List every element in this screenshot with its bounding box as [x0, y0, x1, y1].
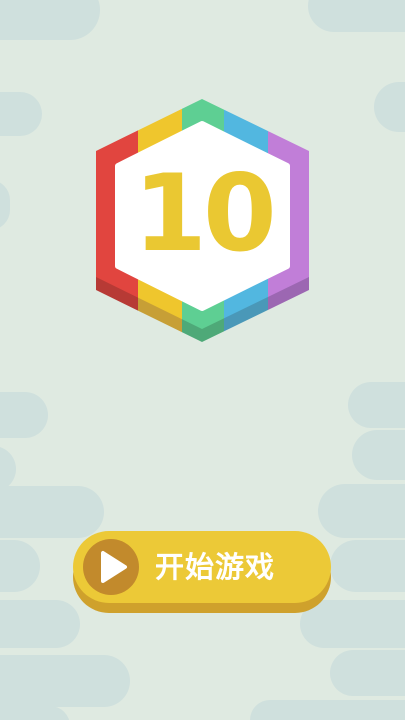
game-logo: 10 — [96, 99, 309, 342]
start-button-label: 开始游戏 — [155, 550, 276, 584]
play-icon — [83, 539, 139, 595]
logo-number: 10 — [133, 152, 273, 275]
start-button-face: 开始游戏 — [73, 531, 331, 603]
start-game-button[interactable]: 开始游戏 — [73, 531, 331, 613]
